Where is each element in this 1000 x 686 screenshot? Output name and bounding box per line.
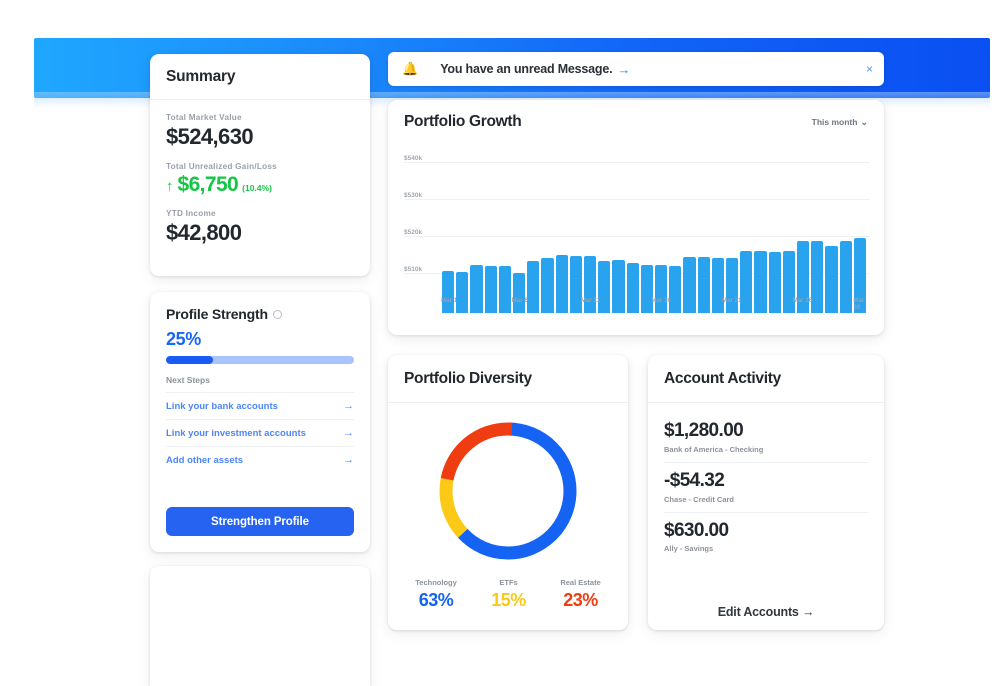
legend-item: Real Estate 23%: [560, 578, 600, 611]
summary-card: Summary Total Market Value $524,630 Tota…: [150, 54, 370, 276]
profile-strength-title: Profile Strength: [166, 306, 268, 322]
x-axis-label: Mar 11: [580, 297, 601, 304]
account-activity-item: $1,280.00 Bank of America - Checking: [664, 413, 868, 462]
account-source: Ally - Savings: [664, 544, 714, 554]
profile-strength-percent: 25%: [166, 329, 201, 349]
account-amount: $1,280.00: [664, 420, 744, 441]
account-activity-title: Account Activity: [664, 369, 781, 387]
legend-item: ETFs 15%: [491, 578, 526, 611]
time-range-selector[interactable]: This month ⌄: [812, 117, 868, 128]
y-axis-label: $540k: [404, 155, 423, 163]
strengthen-profile-button[interactable]: Strengthen Profile: [166, 507, 354, 536]
edit-accounts-link[interactable]: Edit Accounts →: [648, 605, 884, 619]
x-axis-label: Mar 1: [440, 297, 458, 304]
next-step-label: Link your investment accounts: [166, 427, 306, 439]
next-step-add-assets[interactable]: Add other assets →: [166, 446, 354, 466]
account-activity-item: -$54.32 Chase - Credit Card: [664, 461, 868, 512]
up-arrow-icon: ↑: [166, 177, 174, 195]
y-axis-label: $520k: [404, 228, 423, 236]
summary-header: Summary: [150, 54, 370, 100]
account-amount: -$54.32: [664, 469, 725, 491]
x-axis-label: Mar 26: [792, 297, 813, 304]
account-source: Bank of America - Checking: [664, 444, 764, 454]
legend-value: 23%: [563, 590, 598, 610]
account-source: Chase - Credit Card: [664, 494, 735, 504]
portfolio-growth-card: Portfolio Growth This month ⌄ $540k $530k…: [388, 100, 884, 335]
bar-series: [442, 146, 867, 313]
unrealized-gain-loss-value: $6,750: [177, 172, 239, 196]
account-activity-list: $1,280.00 Bank of America - Checking -$5…: [648, 403, 884, 561]
next-steps-label: Next Steps: [166, 375, 210, 385]
profile-strength-progress: [166, 356, 354, 364]
account-activity-header: Account Activity: [648, 355, 884, 403]
next-step-label: Add other assets: [166, 454, 244, 466]
total-market-value-label: Total Market Value: [166, 113, 242, 122]
x-axis-label: Mar 16: [651, 297, 671, 304]
portfolio-diversity-card: Portfolio Diversity Technology 63% ETFs 15%…: [388, 355, 628, 630]
notification-banner[interactable]: 🔔 You have an unread Message. → ×: [388, 52, 884, 86]
portfolio-growth-title: Portfolio Growth: [404, 113, 522, 130]
ytd-income-value: $42,800: [166, 219, 242, 245]
legend-label: Technology: [415, 578, 457, 587]
next-step-label: Link your bank accounts: [166, 400, 278, 412]
legend-label: Real Estate: [560, 578, 601, 587]
x-axis-labels: Mar 1 Mar 6 Mar 11 Mar 16 Mar 21 Mar 26 Mar 30: [440, 297, 866, 311]
portfolio-growth-plot: $540k $530k $520k $510k Mar 1 Mar 6 Mar 11 Mar…: [404, 144, 870, 313]
portfolio-diversity-header: Portfolio Diversity: [388, 355, 628, 403]
x-axis-label: Mar 6: [511, 297, 528, 304]
info-icon[interactable]: [272, 309, 282, 319]
unrealized-gain-loss-percent: (10.4%): [242, 182, 272, 193]
donut-chart-wrap: [388, 416, 628, 566]
account-amount: $630.00: [664, 519, 729, 541]
account-activity-item: $630.00 Ally - Savings: [664, 511, 868, 562]
time-range-label: This month: [811, 117, 858, 127]
account-activity-card: Account Activity $1,280.00 Bank of Ameri…: [648, 355, 884, 630]
profile-strength-header: Profile Strength: [166, 306, 354, 322]
profile-strength-card: Profile Strength 25% Next Steps Link you…: [150, 292, 370, 552]
total-market-value: $524,630: [166, 124, 254, 149]
arrow-right-icon: →: [343, 427, 354, 439]
ytd-income-label: YTD Income: [166, 208, 216, 218]
chevron-down-icon: ⌄: [860, 116, 868, 127]
summary-body: Total Market Value $524,630 Total Unreal…: [150, 100, 370, 245]
bell-icon: 🔔: [402, 61, 419, 76]
donut-chart: [439, 422, 577, 560]
diversity-legend: Technology 63% ETFs 15% Real Estate 23%: [388, 578, 628, 611]
notification-text: You have an unread Message.: [440, 62, 613, 76]
partial-card-below: [150, 566, 370, 686]
profile-strength-progress-fill: [166, 356, 213, 364]
unrealized-gain-loss-label: Total Unrealized Gain/Loss: [166, 161, 277, 171]
x-axis-label: Mar 30: [853, 297, 865, 311]
legend-label: ETFs: [499, 578, 518, 587]
next-step-link-investment[interactable]: Link your investment accounts →: [166, 419, 354, 439]
legend-value: 63%: [418, 590, 454, 610]
legend-value: 15%: [491, 590, 526, 610]
close-icon[interactable]: ×: [866, 62, 873, 76]
portfolio-diversity-title: Portfolio Diversity: [404, 369, 532, 387]
summary-title: Summary: [166, 67, 236, 85]
next-step-link-bank[interactable]: Link your bank accounts →: [166, 392, 354, 412]
unrealized-gain-loss-row: ↑ $6,750 (10.4%): [166, 173, 354, 197]
arrow-right-icon: →: [343, 400, 354, 412]
y-axis-label: $510k: [404, 265, 423, 273]
x-axis-label: Mar 21: [721, 297, 742, 304]
legend-item: Technology 63%: [415, 578, 457, 611]
y-axis-label: $530k: [404, 192, 423, 200]
arrow-right-icon: →: [343, 454, 354, 466]
dashboard-screenshot: 🔔 You have an unread Message. → × Summar…: [0, 0, 1000, 686]
notification-arrow-icon[interactable]: →: [617, 62, 630, 77]
